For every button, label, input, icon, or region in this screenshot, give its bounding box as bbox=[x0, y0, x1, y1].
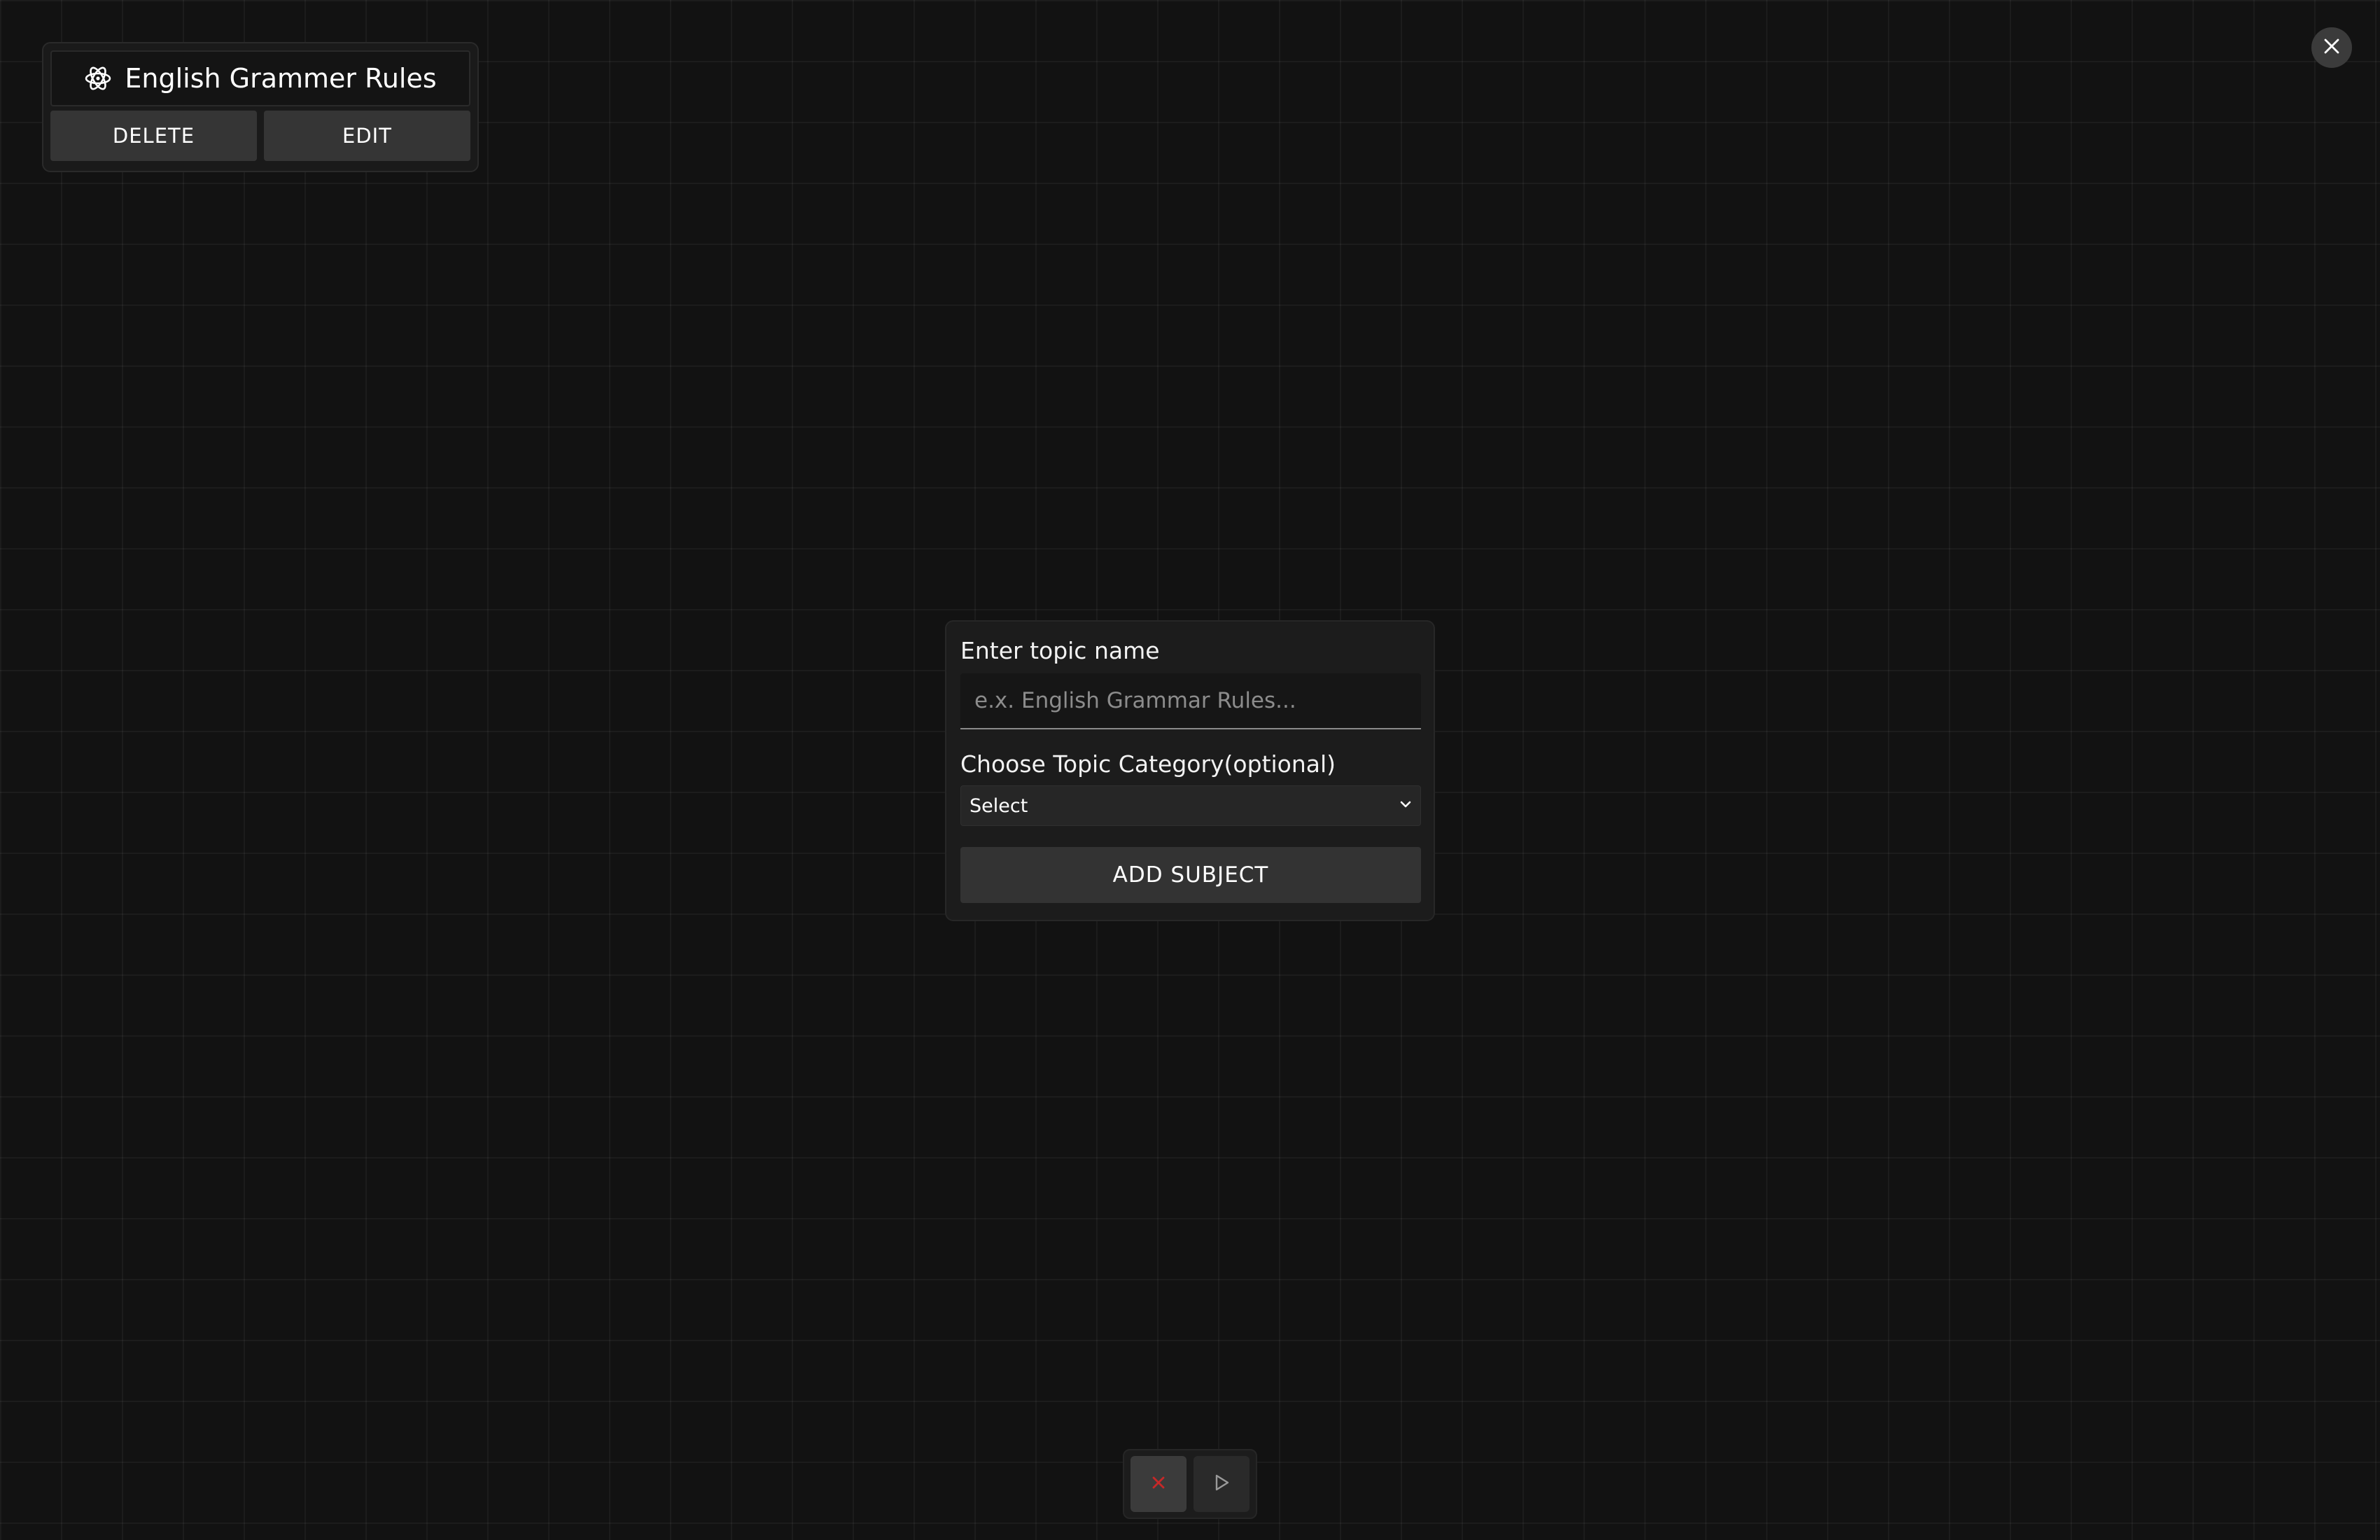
category-selected-value: Select bbox=[969, 794, 1028, 817]
topic-name-label: Enter topic name bbox=[960, 637, 1160, 664]
topic-title: English Grammer Rules bbox=[125, 63, 437, 94]
topic-actions: DELETE EDIT bbox=[50, 111, 470, 161]
topic-name-input[interactable] bbox=[960, 673, 1421, 729]
category-label: Choose Topic Category(optional) bbox=[960, 750, 1336, 778]
category-select[interactable]: Select bbox=[960, 785, 1421, 826]
play-icon bbox=[1211, 1472, 1232, 1496]
bottom-toolbar bbox=[1123, 1449, 1257, 1519]
atom-icon bbox=[84, 64, 112, 92]
canvas-grid: English Grammer Rules DELETE EDIT Enter … bbox=[0, 0, 2380, 1540]
edit-button[interactable]: EDIT bbox=[264, 111, 470, 161]
add-subject-button[interactable]: ADD SUBJECT bbox=[960, 847, 1421, 903]
close-icon bbox=[2322, 36, 2342, 59]
delete-button[interactable]: DELETE bbox=[50, 111, 257, 161]
topic-title-box[interactable]: English Grammer Rules bbox=[50, 50, 470, 106]
chevron-down-icon bbox=[1398, 795, 1413, 817]
add-topic-form: Enter topic name Choose Topic Category(o… bbox=[945, 620, 1435, 921]
x-icon bbox=[1149, 1473, 1168, 1495]
cancel-button[interactable] bbox=[1130, 1456, 1186, 1512]
topic-card: English Grammer Rules DELETE EDIT bbox=[42, 42, 479, 172]
close-button[interactable] bbox=[2311, 27, 2352, 68]
play-button[interactable] bbox=[1194, 1456, 1250, 1512]
